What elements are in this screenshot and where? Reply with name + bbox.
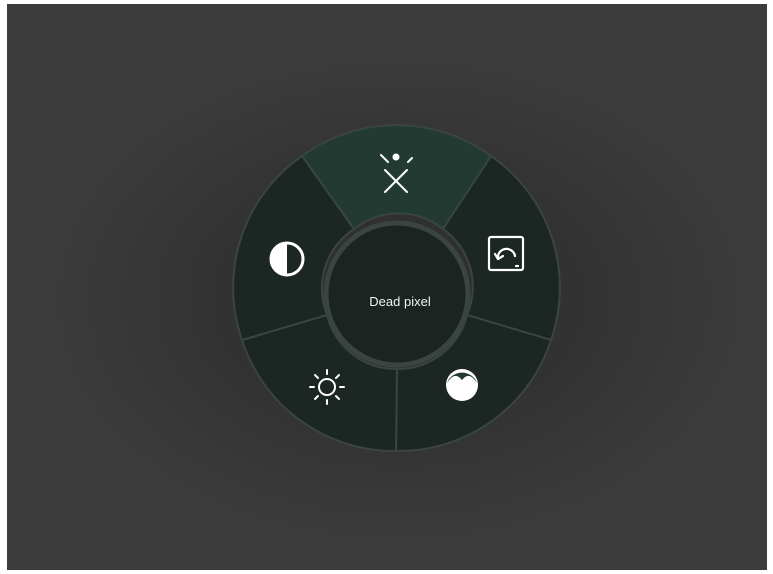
center-button[interactable] [323,220,471,368]
color-range-icon [446,369,478,401]
screen: Dead pixel [7,4,767,570]
radial-menu [232,124,561,453]
